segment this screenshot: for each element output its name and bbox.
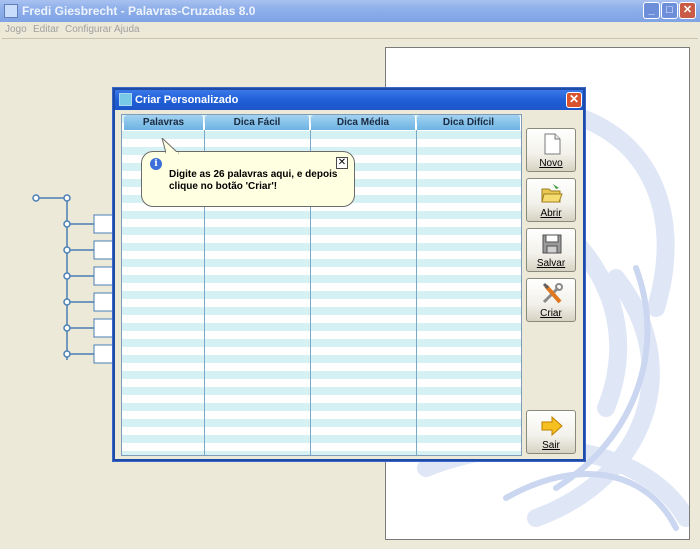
dialog-close-button[interactable]: ✕ xyxy=(566,92,582,108)
custom-create-dialog: Criar Personalizado ✕ Palavras Dica Fáci… xyxy=(113,88,585,461)
dialog-grid-icon xyxy=(119,93,132,106)
main-title-bar: Fredi Giesbrecht - Palavras-Cruzadas 8.0… xyxy=(0,0,700,22)
open-button[interactable]: Abrir xyxy=(526,178,576,222)
balloon-close-button[interactable]: ✕ xyxy=(336,157,348,169)
menu-jogo[interactable]: Jogo xyxy=(5,24,27,35)
exit-arrow-icon xyxy=(541,415,563,437)
column-divider xyxy=(416,130,417,455)
close-window-button[interactable]: ✕ xyxy=(679,2,696,19)
menu-bar: Jogo Editar Configurar Ajuda xyxy=(0,22,700,38)
balloon-tail xyxy=(161,138,180,154)
minimize-button[interactable]: _ xyxy=(643,2,660,19)
puzzle-tree-diagram xyxy=(32,194,115,364)
maximize-button[interactable]: □ xyxy=(661,2,678,19)
save-button[interactable]: Salvar xyxy=(526,228,576,272)
save-disk-icon xyxy=(542,234,562,254)
create-button-label: Criar xyxy=(540,308,562,319)
hint-balloon-tooltip: i ✕ Digite as 26 palavras aqui, e depois… xyxy=(141,138,355,207)
column-header-dica-facil[interactable]: Dica Fácil xyxy=(205,115,310,130)
tools-icon xyxy=(542,282,563,304)
open-button-label: Abrir xyxy=(540,208,562,219)
exit-button-label: Sair xyxy=(542,440,560,451)
exit-button[interactable]: Sair xyxy=(526,410,576,454)
column-header-dica-dificil[interactable]: Dica Difícil xyxy=(417,115,521,130)
dialog-title: Criar Personalizado xyxy=(135,94,239,106)
app-grid-icon xyxy=(4,4,18,18)
menu-ajuda[interactable]: Ajuda xyxy=(114,24,140,35)
save-button-label: Salvar xyxy=(536,258,566,269)
balloon-message: Digite as 26 palavras aqui, e depois cli… xyxy=(169,169,338,192)
new-button[interactable]: Novo xyxy=(526,128,576,172)
open-folder-icon xyxy=(541,184,563,203)
menu-editar[interactable]: Editar xyxy=(33,24,59,35)
menu-configurar[interactable]: Configurar xyxy=(65,24,112,35)
create-button[interactable]: Criar xyxy=(526,278,576,322)
new-button-label: Novo xyxy=(539,158,563,169)
new-document-icon xyxy=(544,133,561,155)
table-header: Palavras Dica Fácil Dica Média Dica Difí… xyxy=(122,115,521,130)
dialog-title-bar[interactable]: Criar Personalizado ✕ xyxy=(115,90,583,110)
info-icon: i xyxy=(150,158,162,170)
window-title: Fredi Giesbrecht - Palavras-Cruzadas 8.0 xyxy=(22,4,256,18)
column-header-palavras[interactable]: Palavras xyxy=(124,115,204,130)
column-header-dica-media[interactable]: Dica Média xyxy=(311,115,416,130)
